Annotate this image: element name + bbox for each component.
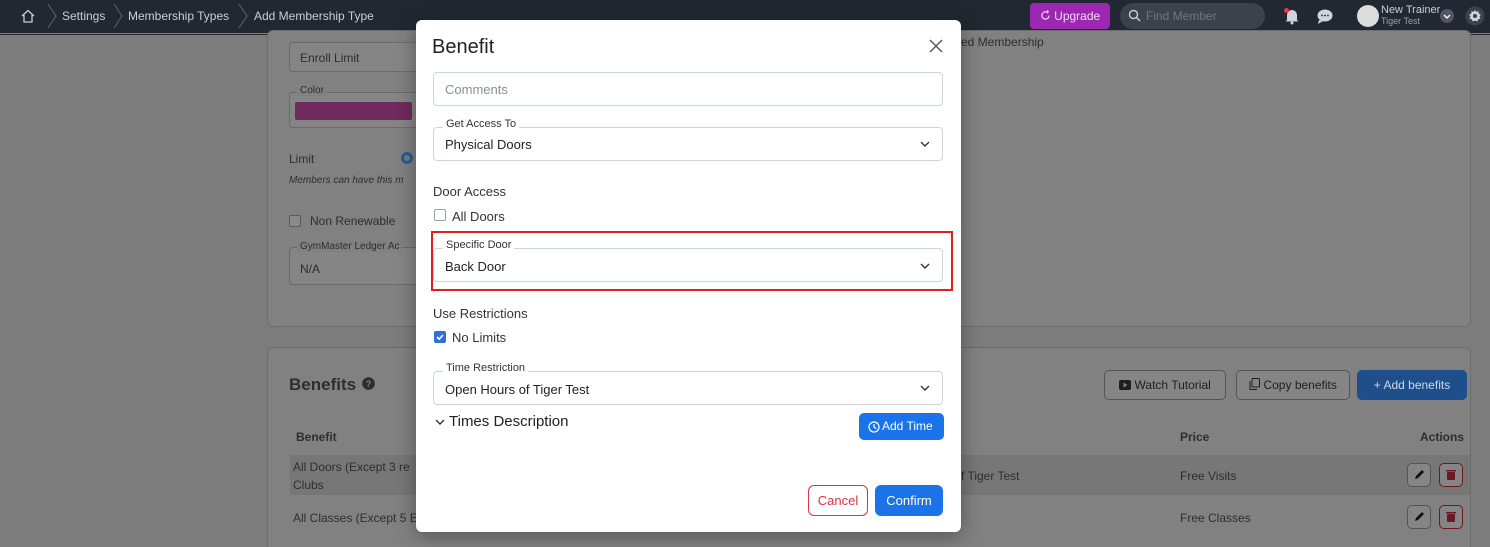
all-doors-label: All Doors xyxy=(452,209,505,224)
get-access-to-label: Get Access To xyxy=(443,118,520,130)
trash-icon xyxy=(1446,470,1456,480)
specific-door-label: Specific Door xyxy=(443,239,515,251)
non-renewable-checkbox[interactable] xyxy=(289,215,301,227)
delete-benefit-button[interactable] xyxy=(1439,463,1463,487)
copy-benefits-button[interactable]: Copy benefits xyxy=(1236,370,1350,400)
benefit-cell: All Classes (Except 5 E xyxy=(293,511,418,525)
edit-benefit-button[interactable] xyxy=(1407,505,1431,529)
find-member-input[interactable] xyxy=(1120,3,1265,29)
non-renewable-label: Non Renewable xyxy=(310,214,396,228)
gear-icon[interactable] xyxy=(1465,6,1485,26)
pencil-icon xyxy=(1415,512,1424,521)
no-limits-label: No Limits xyxy=(452,330,507,345)
avatar xyxy=(1357,5,1379,27)
benefit-modal: Benefit Comments Get Access To Physical … xyxy=(416,20,961,532)
get-access-to-value: Physical Doors xyxy=(445,137,532,152)
cancel-button[interactable]: Cancel xyxy=(808,485,868,516)
delete-benefit-button[interactable] xyxy=(1439,505,1463,529)
copy-icon xyxy=(1249,378,1261,390)
user-organization: Tiger Test xyxy=(1381,16,1421,26)
watch-tutorial-button[interactable]: Watch Tutorial xyxy=(1104,370,1226,400)
time-restriction-value: Open Hours of Tiger Test xyxy=(445,382,590,397)
upgrade-label: Upgrade xyxy=(1054,9,1101,23)
chevron-down-icon xyxy=(920,263,930,269)
color-label: Color xyxy=(297,85,327,96)
enroll-limit-placeholder: Enroll Limit xyxy=(300,51,360,65)
benefit-cell-line2: Clubs xyxy=(293,478,324,492)
bell-icon[interactable] xyxy=(1283,7,1301,25)
comments-placeholder: Comments xyxy=(445,82,508,97)
help-icon[interactable]: ? xyxy=(362,377,375,390)
modal-title: Benefit xyxy=(432,36,495,58)
chevron-down-icon xyxy=(920,141,930,147)
add-time-label: Add Time xyxy=(882,419,933,433)
benefit-cell: All Doors (Except 3 re xyxy=(293,460,410,474)
confirm-button[interactable]: Confirm xyxy=(875,485,943,516)
breadcrumb-settings[interactable]: Settings xyxy=(62,5,105,27)
limit-radio[interactable] xyxy=(401,152,413,164)
copy-benefits-label: Copy benefits xyxy=(1263,378,1337,392)
add-time-button[interactable]: Add Time xyxy=(859,413,944,440)
use-restrictions-label: Use Restrictions xyxy=(433,306,528,321)
column-header-benefit: Benefit xyxy=(296,430,337,444)
ledger-account-label: GymMaster Ledger Ac xyxy=(297,241,403,252)
home-icon[interactable] xyxy=(20,8,36,24)
check-icon xyxy=(436,334,444,341)
upgrade-button[interactable]: Upgrade xyxy=(1030,3,1110,29)
limit-label: Limit xyxy=(289,152,315,166)
no-limits-checkbox[interactable] xyxy=(434,331,446,343)
pencil-icon xyxy=(1415,470,1424,479)
column-header-price: Price xyxy=(1180,430,1210,444)
breadcrumb-membership-types[interactable]: Membership Types xyxy=(128,5,229,27)
all-doors-checkbox[interactable] xyxy=(434,209,446,221)
specific-door-select[interactable] xyxy=(433,248,943,282)
limit-hint: Members can have this m xyxy=(289,175,404,186)
user-name: New Trainer xyxy=(1381,4,1441,16)
chevron-down-icon xyxy=(1440,9,1454,23)
video-icon xyxy=(1119,380,1132,390)
add-benefits-button[interactable]: + Add benefits xyxy=(1357,370,1467,400)
color-swatch[interactable] xyxy=(295,102,412,120)
time-restriction-label: Time Restriction xyxy=(443,362,529,374)
close-icon[interactable] xyxy=(928,38,944,54)
edit-benefit-button[interactable] xyxy=(1407,463,1431,487)
chevron-down-icon xyxy=(920,385,930,391)
clock-icon xyxy=(868,421,880,433)
door-access-label: Door Access xyxy=(433,184,506,199)
specific-door-value: Back Door xyxy=(445,259,506,274)
times-description-toggle[interactable]: Times Description xyxy=(449,413,568,430)
breadcrumb-separator-icon xyxy=(238,3,248,29)
ledger-account-value: N/A xyxy=(300,262,321,276)
column-header-actions: Actions xyxy=(1420,430,1465,444)
trash-icon xyxy=(1446,512,1456,522)
chevron-down-icon[interactable] xyxy=(434,416,446,428)
breadcrumb-add-membership-type: Add Membership Type xyxy=(254,9,374,23)
user-menu[interactable]: New Trainer Tiger Test xyxy=(1355,3,1455,29)
price-cell: Free Classes xyxy=(1180,511,1251,525)
price-cell: Free Visits xyxy=(1180,469,1237,483)
comments-input[interactable] xyxy=(433,72,943,106)
chat-icon[interactable] xyxy=(1316,7,1334,25)
benefits-title: Benefits xyxy=(289,375,357,394)
refresh-icon xyxy=(1041,10,1050,20)
membership-option-label: ed Membership xyxy=(961,35,1044,49)
breadcrumb-separator-icon xyxy=(47,3,57,29)
search-icon xyxy=(1128,9,1141,22)
time-restriction-cell: f Tiger Test xyxy=(961,469,1020,483)
watch-tutorial-label: Watch Tutorial xyxy=(1134,378,1211,392)
breadcrumb-separator-icon xyxy=(113,3,123,29)
svg-text:?: ? xyxy=(366,379,372,389)
